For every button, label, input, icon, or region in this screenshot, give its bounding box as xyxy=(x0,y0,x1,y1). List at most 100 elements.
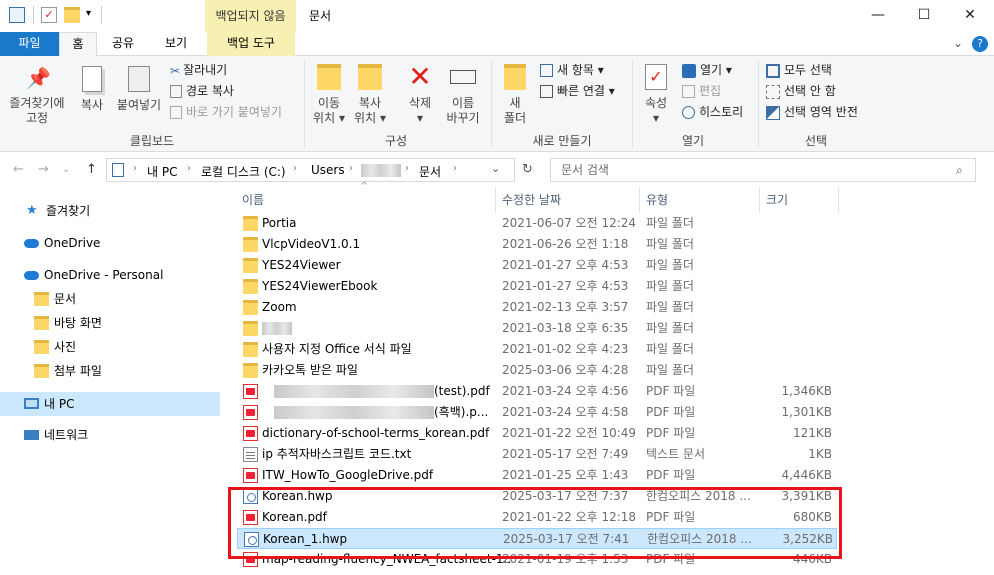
file-row[interactable]: ITW_HowTo_GoogleDrive.pdf 2021-01-25 오후 1… xyxy=(237,465,837,486)
file-type: PDF 파일 xyxy=(646,468,696,482)
file-row[interactable]: VlcpVideoV1.0.1 2021-06-26 오전 1:18 파일 폴더 xyxy=(237,234,837,255)
properties-button[interactable]: ✓ 속성 ▾ xyxy=(640,64,672,126)
forward-arrow-icon[interactable]: → xyxy=(38,162,49,177)
pin-to-quick-access-button[interactable]: 📌 즐겨찾기에 고정 xyxy=(4,66,70,126)
column-header-name[interactable]: 이름 xyxy=(242,187,264,213)
nav-item-label: 첨부 파일 xyxy=(54,364,102,378)
open-button[interactable]: 열기 ▾ xyxy=(682,60,732,80)
checkbox-properties-icon[interactable]: ✓ xyxy=(41,7,57,23)
tab-file[interactable]: 파일 xyxy=(0,32,59,56)
nav-item-pictures[interactable]: 사진 xyxy=(0,335,220,359)
new-item-button[interactable]: 새 항목 ▾ xyxy=(540,60,604,80)
nav-item-label: 사진 xyxy=(54,340,77,354)
collapse-ribbon-icon[interactable]: ⌄ xyxy=(950,32,966,56)
column-separator[interactable] xyxy=(639,187,640,213)
paste-button[interactable]: 붙여넣기 xyxy=(114,66,164,113)
copy-button[interactable]: 복사 xyxy=(74,66,110,113)
breadcrumb-this-pc[interactable]: 내 PC xyxy=(147,163,177,180)
select-none-button[interactable]: 선택 안 함 xyxy=(766,81,836,101)
cut-button[interactable]: ✂ 잘라내기 xyxy=(170,60,227,80)
column-header-type[interactable]: 유형 xyxy=(646,187,668,213)
nav-item-onedrive[interactable]: OneDrive xyxy=(0,231,220,255)
maximize-button[interactable]: ☐ xyxy=(901,0,947,32)
file-row[interactable]: ip 추적자바스크립트 코드.txt 2021-05-17 오전 7:49 텍스트 … xyxy=(237,444,837,465)
nav-item-attachments[interactable]: 첨부 파일 xyxy=(0,359,220,383)
recent-locations-chevron-icon[interactable]: ⌄ xyxy=(62,164,70,175)
paste-shortcut-button[interactable]: 바로 가기 붙여넣기 xyxy=(170,102,282,122)
nav-item-label: OneDrive - Personal xyxy=(44,268,164,282)
nav-item-this-pc[interactable]: 내 PC xyxy=(0,392,220,416)
edit-button[interactable]: 편집 xyxy=(682,81,721,101)
file-row[interactable]: dictionary-of-school-terms_korean.pdf 202… xyxy=(237,423,837,444)
back-arrow-icon[interactable]: ← xyxy=(13,162,24,177)
search-input[interactable]: 문서 검색 xyxy=(550,158,976,182)
refresh-icon[interactable]: ↻ xyxy=(522,162,533,177)
qa-customize-icon[interactable]: ▾ xyxy=(86,8,91,19)
invert-selection-button[interactable]: 선택 영역 반전 xyxy=(766,102,858,122)
tab-share[interactable]: 공유 xyxy=(103,32,143,56)
column-header-size[interactable]: 크기 xyxy=(766,187,788,213)
properties-icon[interactable] xyxy=(9,7,25,23)
file-row[interactable]: Portia 2021-06-07 오전 12:24 파일 폴더 xyxy=(237,213,837,234)
search-icon[interactable]: ⌕ xyxy=(956,163,963,178)
address-dropdown-icon[interactable]: ⌄ xyxy=(491,162,500,175)
nav-item-documents[interactable]: 문서 xyxy=(0,287,220,311)
new-folder-qa-icon[interactable] xyxy=(64,7,80,23)
file-size: 1,301KB xyxy=(781,405,832,419)
tab-home[interactable]: 홈 xyxy=(59,32,97,57)
easy-access-icon xyxy=(540,85,553,98)
file-type: PDF 파일 xyxy=(646,405,696,419)
tab-view[interactable]: 보기 xyxy=(155,32,197,56)
file-row[interactable]: 카카오톡 받은 파일 2025-03-06 오후 4:28 파일 폴더 xyxy=(237,360,837,381)
file-row[interactable]: 2021-03-18 오후 6:35 파일 폴더 xyxy=(237,318,837,339)
easy-access-button[interactable]: 빠른 연결 ▾ xyxy=(540,81,615,101)
nav-item-label: 내 PC xyxy=(44,397,75,411)
tab-backup-tools[interactable]: 백업 도구 xyxy=(207,32,295,56)
file-date: 2021-06-07 오전 12:24 xyxy=(502,216,637,230)
file-row[interactable]: YES24ViewerEbook 2021-01-27 오후 4:53 파일 폴더 xyxy=(237,276,837,297)
nav-item-label: 바탕 화면 xyxy=(54,316,102,330)
redacted-name xyxy=(274,385,434,398)
copy-path-button[interactable]: 경로 복사 xyxy=(170,81,234,101)
help-icon[interactable]: ? xyxy=(972,36,988,52)
copy-label: 복사 xyxy=(80,98,104,112)
paste-label: 붙여넣기 xyxy=(116,98,162,112)
ribbon-separator xyxy=(304,60,305,148)
nav-item-favorites[interactable]: ★ 즐겨찾기 xyxy=(0,199,220,223)
close-button[interactable]: ✕ xyxy=(947,0,993,32)
file-row[interactable]: YES24Viewer 2021-01-27 오후 4:53 파일 폴더 xyxy=(237,255,837,276)
copy-to-button[interactable]: 복사 위치 ▾ xyxy=(350,64,390,126)
cloud-icon xyxy=(24,271,39,280)
folder-icon xyxy=(34,364,49,378)
column-header-date[interactable]: 수정한 날짜 xyxy=(502,187,561,213)
delete-button[interactable]: ✕ 삭제 ▾ xyxy=(400,60,440,126)
nav-item-network[interactable]: 네트워크 xyxy=(0,423,220,447)
file-row[interactable]: Zoom 2021-02-13 오후 3:57 파일 폴더 xyxy=(237,297,837,318)
nav-item-onedrive-personal[interactable]: OneDrive - Personal xyxy=(0,263,220,287)
file-row[interactable]: 사용자 지정 Office 서식 파일 2021-01-02 오후 4:23 파일 … xyxy=(237,339,837,360)
column-separator[interactable] xyxy=(759,187,760,213)
file-row[interactable]: (흑백).p... 2021-03-24 오후 4:58 PDF 파일 1,301KB xyxy=(237,402,837,423)
up-arrow-icon[interactable]: ↑ xyxy=(86,162,97,177)
column-separator[interactable] xyxy=(838,187,839,213)
new-folder-button[interactable]: 새 폴더 xyxy=(498,64,532,126)
address-bar[interactable]: › 내 PC › 로컬 디스크 (C:) › Users › › 문서 › ⌄ xyxy=(106,158,515,182)
select-all-button[interactable]: 모두 선택 xyxy=(766,60,832,80)
breadcrumb-documents[interactable]: 문서 xyxy=(419,163,441,180)
breadcrumb-users[interactable]: Users xyxy=(311,163,345,177)
pdf-file-icon xyxy=(243,426,258,441)
nav-item-desktop[interactable]: 바탕 화면 xyxy=(0,311,220,335)
rename-button[interactable]: 이름 바꾸기 xyxy=(442,64,484,126)
column-separator[interactable] xyxy=(495,187,496,213)
delete-x-icon: ✕ xyxy=(408,60,432,93)
file-date: 2021-05-17 오전 7:49 xyxy=(502,447,629,461)
history-button[interactable]: 히스토리 xyxy=(682,102,743,122)
select-none-label: 선택 안 함 xyxy=(784,84,836,98)
ribbon-separator xyxy=(632,60,633,148)
file-row[interactable]: (test).pdf 2021-03-24 오후 4:56 PDF 파일 1,346K… xyxy=(237,381,837,402)
file-date: 2021-03-18 오후 6:35 xyxy=(502,321,629,335)
breadcrumb-user-redacted[interactable] xyxy=(361,164,401,177)
minimize-button[interactable]: — xyxy=(855,0,901,32)
breadcrumb-local-disk[interactable]: 로컬 디스크 (C:) xyxy=(201,163,286,180)
move-to-button[interactable]: 이동 위치 ▾ xyxy=(310,64,348,126)
